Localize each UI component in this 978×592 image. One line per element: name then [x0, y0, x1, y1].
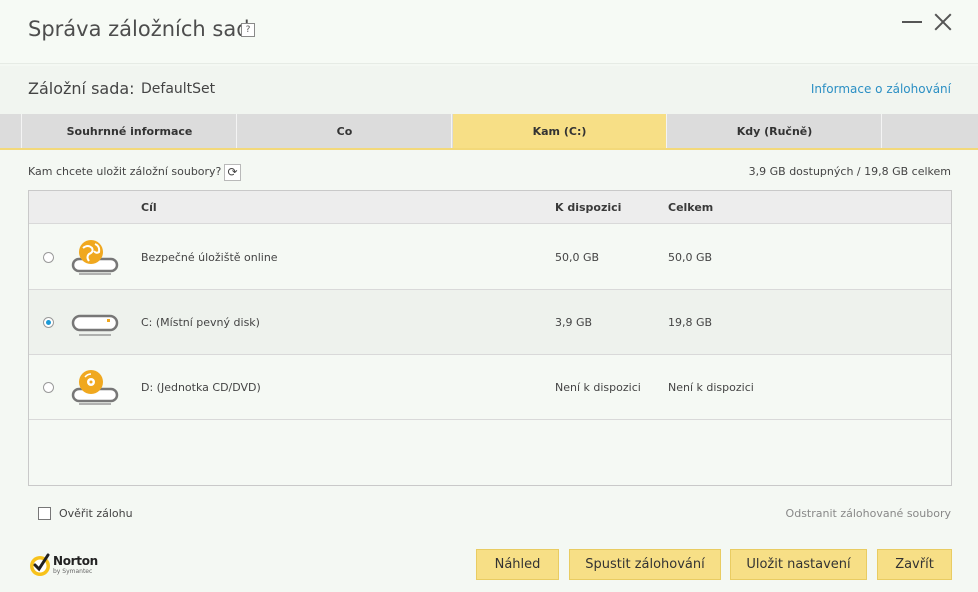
column-available: K dispozici: [555, 201, 622, 214]
verify-label[interactable]: Ověřit zálohu: [59, 507, 133, 520]
row-total: 50,0 GB: [668, 251, 713, 264]
tab-where[interactable]: Kam (C:): [453, 114, 667, 148]
backup-set-value: DefaultSet: [141, 81, 216, 97]
radio-cd-dvd[interactable]: [43, 382, 54, 393]
radio-online-storage[interactable]: [43, 252, 54, 263]
table-row[interactable]: C: (Místní pevný disk) 3,9 GB 19,8 GB: [29, 290, 951, 355]
column-total: Celkem: [668, 201, 714, 214]
verify-checkbox[interactable]: [38, 507, 51, 520]
norton-logo: Norton by Symantec: [28, 552, 100, 580]
tab-filler: [883, 114, 978, 148]
window-title: Správa záložních sad: [28, 17, 250, 41]
row-total: Není k dispozici: [668, 381, 754, 394]
tab-spacer: [0, 114, 22, 148]
column-target: Cíl: [141, 201, 157, 214]
backup-set-label: Záložní sada:: [28, 79, 135, 98]
space-info: 3,9 GB dostupných / 19,8 GB celkem: [748, 165, 951, 178]
tab-when[interactable]: Kdy (Ručně): [668, 114, 882, 148]
title-bar: Správa záložních sad ?: [0, 0, 978, 64]
run-backup-button[interactable]: Spustit zálohování: [569, 549, 721, 580]
row-total: 19,8 GB: [668, 316, 713, 329]
brand-sub: by Symantec: [53, 568, 93, 575]
remove-backup-link[interactable]: Odstranit zálohované soubory: [786, 507, 951, 520]
cd-dvd-drive-icon: [71, 370, 119, 405]
online-storage-icon: [71, 240, 119, 275]
table-row[interactable]: D: (Jednotka CD/DVD) Není k dispozici Ne…: [29, 355, 951, 420]
destination-question: Kam chcete uložit záložní soubory?: [28, 165, 222, 178]
preview-button[interactable]: Náhled: [476, 549, 559, 580]
row-name: D: (Jednotka CD/DVD): [141, 381, 261, 394]
row-name: Bezpečné úložiště online: [141, 251, 278, 264]
close-icon[interactable]: [932, 10, 956, 34]
table-row[interactable]: Bezpečné úložiště online 50,0 GB 50,0 GB: [29, 225, 951, 290]
tab-what[interactable]: Co: [238, 114, 452, 148]
backup-set-row: Záložní sada: DefaultSet Informace o zál…: [0, 66, 978, 114]
destination-table: Cíl K dispozici Celkem Bezpečné úložiště…: [28, 190, 952, 486]
row-available: Není k dispozici: [555, 381, 641, 394]
tab-summary[interactable]: Souhrnné informace: [23, 114, 237, 148]
brand-name: Norton: [53, 554, 98, 568]
row-available: 50,0 GB: [555, 251, 600, 264]
row-available: 3,9 GB: [555, 316, 593, 329]
help-icon[interactable]: ?: [241, 23, 255, 37]
minimize-icon[interactable]: [902, 10, 926, 34]
close-button[interactable]: Zavřít: [877, 549, 952, 580]
refresh-icon[interactable]: ⟳: [224, 164, 241, 181]
hard-disk-icon: [71, 314, 119, 336]
save-settings-button[interactable]: Uložit nastavení: [730, 549, 867, 580]
table-header: Cíl K dispozici Celkem: [29, 191, 951, 224]
row-name: C: (Místní pevný disk): [141, 316, 260, 329]
radio-hard-disk[interactable]: [43, 317, 54, 328]
backup-info-link[interactable]: Informace o zálohování: [811, 82, 951, 96]
norton-check-icon: [30, 553, 50, 576]
tab-bar: Souhrnné informace Co Kam (C:) Kdy (Ručn…: [0, 114, 978, 150]
